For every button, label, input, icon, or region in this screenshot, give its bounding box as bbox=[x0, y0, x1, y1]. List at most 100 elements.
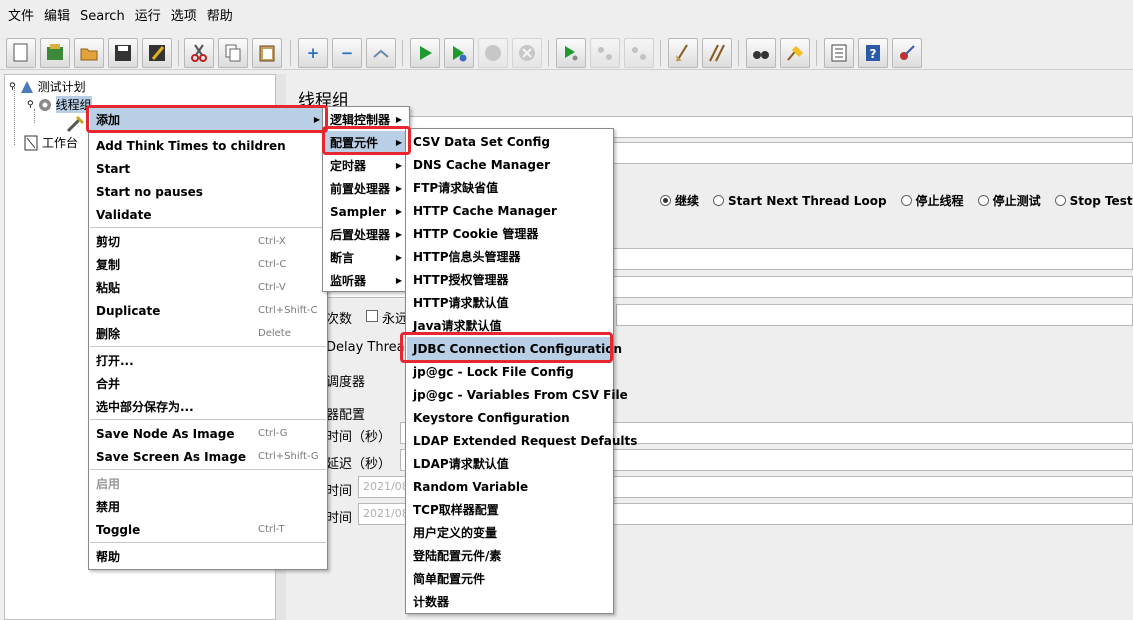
menu-item-add-think-times[interactable]: Add Think Times to children bbox=[90, 134, 326, 157]
submenu-arrow-icon: ▶ bbox=[395, 184, 402, 193]
menu-item-save-selection[interactable]: 选中部分保存为... bbox=[90, 395, 326, 418]
config-item-dns-cache[interactable]: DNS Cache Manager bbox=[407, 153, 612, 176]
menu-help[interactable]: 帮助 bbox=[203, 5, 239, 30]
config-item-variables-csv[interactable]: jp@gc - Variables From CSV File bbox=[407, 383, 628, 406]
submenu-item-sampler[interactable]: Sampler ▶ bbox=[324, 200, 408, 223]
config-item-counter[interactable]: 计数器 bbox=[407, 590, 612, 613]
config-item-http-cookie[interactable]: HTTP Cookie 管理器 bbox=[407, 222, 612, 245]
submenu-item-timer[interactable]: 定时器 ▶ bbox=[324, 154, 408, 177]
menu-item-start[interactable]: Start bbox=[90, 157, 326, 180]
clear-icon[interactable] bbox=[668, 38, 698, 68]
menu-edit[interactable]: 编辑 bbox=[40, 5, 76, 30]
submenu-item-config-element[interactable]: 配置元件 ▶ bbox=[324, 131, 408, 154]
menu-item-add[interactable]: 添加 ▶ bbox=[90, 108, 326, 131]
menu-item-delete[interactable]: 删除 Delete bbox=[90, 322, 326, 345]
shutdown-icon[interactable] bbox=[512, 38, 542, 68]
start-icon[interactable] bbox=[410, 38, 440, 68]
submenu-item-assertion[interactable]: 断言 ▶ bbox=[324, 246, 408, 269]
toolbar: + − ? bbox=[0, 36, 1133, 70]
on-error-options: 继续 Start Next Thread Loop 停止线程 停止测试 Stop… bbox=[660, 192, 1133, 209]
save-icon[interactable] bbox=[108, 38, 138, 68]
submenu-item-listener[interactable]: 监听器 ▶ bbox=[324, 269, 408, 292]
copy-icon[interactable] bbox=[218, 38, 248, 68]
menu-item-merge[interactable]: 合并 bbox=[90, 372, 326, 395]
tree-item-label: 测试计划 bbox=[37, 80, 86, 94]
menu-item-save-node-image[interactable]: Save Node As Image Ctrl-G bbox=[90, 422, 326, 445]
help-icon[interactable]: ? bbox=[858, 38, 888, 68]
menu-item-save-screen-image[interactable]: Save Screen As Image Ctrl+Shift-G bbox=[90, 445, 326, 468]
submenu-arrow-icon: ▶ bbox=[395, 207, 402, 216]
loop-count-label: 次数 bbox=[326, 312, 353, 327]
menu-search[interactable]: Search bbox=[76, 9, 131, 30]
open-icon[interactable] bbox=[74, 38, 104, 68]
config-item-java-defaults[interactable]: Java请求默认值 bbox=[407, 314, 612, 337]
menu-file[interactable]: 文件 bbox=[4, 5, 40, 30]
tree-item-thread-group[interactable]: ⚲ 线程组 bbox=[27, 96, 92, 113]
config-item-jdbc-connection[interactable]: JDBC Connection Configuration bbox=[407, 337, 622, 360]
templates-icon[interactable] bbox=[40, 38, 70, 68]
tree-item-test-plan[interactable]: ⚲ 测试计划 bbox=[9, 78, 86, 95]
radio-start-next-loop[interactable]: Start Next Thread Loop bbox=[713, 192, 887, 209]
submenu-arrow-icon: ▶ bbox=[395, 138, 402, 147]
menu-options[interactable]: 选项 bbox=[167, 5, 203, 30]
config-item-lock-file[interactable]: jp@gc - Lock File Config bbox=[407, 360, 612, 383]
gear-icon bbox=[38, 98, 51, 111]
clear-all-icon[interactable] bbox=[702, 38, 732, 68]
radio-stop-test[interactable]: 停止测试 bbox=[977, 192, 1041, 209]
radio-stop-test-now[interactable]: Stop Test Nov bbox=[1054, 192, 1133, 209]
config-item-keystore[interactable]: Keystore Configuration bbox=[407, 406, 612, 429]
function-helper-icon[interactable] bbox=[824, 38, 854, 68]
config-item-ftp-defaults[interactable]: FTP请求缺省值 bbox=[407, 176, 612, 199]
config-item-http-header[interactable]: HTTP信息头管理器 bbox=[407, 245, 612, 268]
config-item-csv-data-set[interactable]: CSV Data Set Config bbox=[407, 130, 612, 153]
config-item-ldap-defaults[interactable]: LDAP请求默认值 bbox=[407, 452, 612, 475]
menu-item-validate[interactable]: Validate bbox=[90, 203, 326, 226]
tree-item-workbench[interactable]: 工作台 bbox=[23, 134, 78, 151]
add-submenu: 逻辑控制器 ▶ 配置元件 ▶ 定时器 ▶ 前置处理器 ▶ Sampler ▶ 后置处理器 ▶… bbox=[322, 106, 410, 292]
config-item-http-defaults[interactable]: HTTP请求默认值 bbox=[407, 291, 612, 314]
loop-count-field[interactable] bbox=[616, 304, 1133, 326]
scheduler-label: 调度器 bbox=[326, 375, 366, 390]
save-as-icon[interactable] bbox=[142, 38, 172, 68]
config-item-user-variables[interactable]: 用户定义的变量 bbox=[407, 521, 612, 544]
menu-run[interactable]: 运行 bbox=[131, 5, 167, 30]
log-viewer-icon[interactable] bbox=[892, 38, 922, 68]
new-icon[interactable] bbox=[6, 38, 36, 68]
collapse-icon[interactable]: − bbox=[332, 38, 362, 68]
menu-item-disable[interactable]: 禁用 bbox=[90, 495, 326, 518]
tree-item-sampler[interactable] bbox=[65, 115, 85, 133]
cut-icon[interactable] bbox=[184, 38, 214, 68]
start-no-pause-icon[interactable] bbox=[444, 38, 474, 68]
config-item-ldap-extended[interactable]: LDAP Extended Request Defaults bbox=[407, 429, 637, 452]
remote-stop-icon[interactable] bbox=[590, 38, 620, 68]
config-item-http-auth[interactable]: HTTP授权管理器 bbox=[407, 268, 612, 291]
menu-item-paste[interactable]: 粘贴 Ctrl-V bbox=[90, 276, 326, 299]
remote-start-icon[interactable] bbox=[556, 38, 586, 68]
menu-item-duplicate[interactable]: Duplicate Ctrl+Shift-C bbox=[90, 299, 326, 322]
config-item-login-config[interactable]: 登陆配置元件/素 bbox=[407, 544, 612, 567]
menu-item-copy[interactable]: 复制 Ctrl-C bbox=[90, 253, 326, 276]
remote-shutdown-icon[interactable] bbox=[624, 38, 654, 68]
submenu-item-logic-controller[interactable]: 逻辑控制器 ▶ bbox=[324, 108, 408, 131]
radio-continue[interactable]: 继续 bbox=[660, 192, 699, 209]
config-item-random-variable[interactable]: Random Variable bbox=[407, 475, 612, 498]
config-item-tcp-sampler[interactable]: TCP取样器配置 bbox=[407, 498, 612, 521]
toggle-icon[interactable] bbox=[366, 38, 396, 68]
start-time-label: 时间 bbox=[326, 484, 353, 499]
radio-stop-thread[interactable]: 停止线程 bbox=[900, 192, 964, 209]
forever-checkbox[interactable] bbox=[366, 310, 378, 322]
stop-icon[interactable] bbox=[478, 38, 508, 68]
menu-item-toggle[interactable]: Toggle Ctrl-T bbox=[90, 518, 326, 541]
config-item-simple-config[interactable]: 简单配置元件 bbox=[407, 567, 612, 590]
submenu-item-pre-processor[interactable]: 前置处理器 ▶ bbox=[324, 177, 408, 200]
expand-icon[interactable]: + bbox=[298, 38, 328, 68]
menu-item-start-no-pauses[interactable]: Start no pauses bbox=[90, 180, 326, 203]
submenu-item-post-processor[interactable]: 后置处理器 ▶ bbox=[324, 223, 408, 246]
menu-item-help[interactable]: 帮助 bbox=[90, 545, 326, 568]
reset-search-icon[interactable] bbox=[780, 38, 810, 68]
paste-icon[interactable] bbox=[252, 38, 282, 68]
menu-item-open[interactable]: 打开... bbox=[90, 349, 326, 372]
search-icon[interactable] bbox=[746, 38, 776, 68]
menu-item-cut[interactable]: 剪切 Ctrl-X bbox=[90, 230, 326, 253]
config-item-http-cache[interactable]: HTTP Cache Manager bbox=[407, 199, 612, 222]
